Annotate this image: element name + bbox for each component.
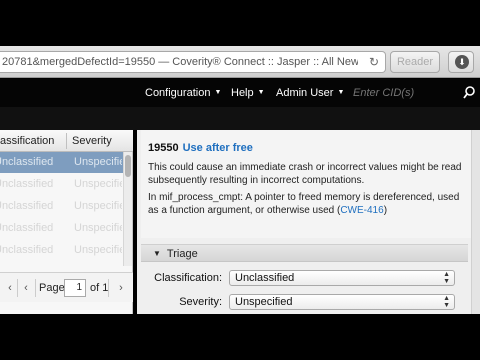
cwe-link[interactable]: CWE-416 [340,205,383,216]
location-text: In mif_process_cmpt: A pointer to freed … [148,192,460,216]
app-top-nav: Configuration ▼ Help ▼ Admin User ▼ [0,79,480,107]
url-bar[interactable]: 20781&mergedDefectId=19550 — Coverity® C… [0,51,386,73]
defects-list-panel: assification Severity Unclassified Unspe… [0,130,133,314]
table-pager: ‹ ‹ Page 1 of 1 › [0,272,133,302]
select-arrows-icon: ▲ ▼ [443,295,450,309]
cid-search-input[interactable] [345,84,450,102]
caret-down-icon: ▼ [337,89,345,96]
defect-title: 19550 Use after free [148,142,253,154]
severity-select[interactable]: Unspecified ▲ ▼ [229,294,455,310]
defect-summary: 19550 Use after free This could cause an … [141,130,471,238]
nav-item-label: Configuration [145,87,211,99]
cell-severity: Unspecified [74,200,122,212]
pager-divider [35,279,36,297]
pager-divider [108,279,109,297]
cell-classification: Unclassified [0,222,54,234]
defect-location-text: In mif_process_cmpt: A pointer to freed … [148,191,470,217]
defect-description: This could cause an immediate crash or i… [148,162,462,186]
defect-cid: 19550 [148,142,179,154]
prev-page-icon[interactable]: ‹ [18,278,34,298]
nav-item-label: Help [231,87,254,99]
nav-help-menu[interactable]: Help ▼ [231,79,265,107]
reader-button[interactable]: Reader [390,51,440,73]
column-header-severity[interactable]: Severity [72,130,126,152]
scrollbar-thumb[interactable] [125,155,131,177]
triage-section-header[interactable]: ▼ Triage [141,244,468,262]
video-letterbox-bottom [0,314,480,360]
page-count-label: of 1 [90,282,109,294]
browser-toolbar: 20781&mergedDefectId=19550 — Coverity® C… [0,46,480,78]
cell-classification: Unclassified [0,156,54,168]
page-label: Page [39,282,65,294]
table-row[interactable]: Unclassified Unspecified [0,174,123,195]
classification-value: Unclassified [235,272,295,284]
details-scrollbar[interactable] [471,130,480,314]
table-row[interactable]: Unclassified Unspecified [0,152,123,173]
severity-label: Severity: [179,296,222,308]
classification-label: Classification: [154,272,222,284]
nav-user-menu[interactable]: Admin User ▼ [276,79,344,107]
url-text: 20781&mergedDefectId=19550 — Coverity® C… [2,56,358,68]
nav-item-label: Admin User [276,87,334,99]
subnav-bar [0,107,480,130]
cell-severity: Unspecified [74,178,122,190]
table-row[interactable]: Unclassified Unspecified [0,240,123,261]
cell-classification: Unclassified [0,244,54,256]
table-header: assification Severity [0,130,133,152]
table-body: Unclassified Unspecified Unclassified Un… [0,152,133,266]
classification-select[interactable]: Unclassified ▲ ▼ [229,270,455,286]
nav-configuration-menu[interactable]: Configuration ▼ [145,79,221,107]
video-letterbox-top [0,0,480,46]
table-scrollbar[interactable] [123,152,132,266]
cell-severity: Unspecified [74,156,122,168]
cell-classification: Unclassified [0,200,54,212]
triage-title: Triage [166,248,198,260]
defect-details-panel: 19550 Use after free This could cause an … [137,130,480,314]
next-page-icon[interactable]: › [113,278,129,298]
table-row[interactable]: Unclassified Unspecified [0,196,123,217]
last-page-prev-icon[interactable]: ‹ [2,278,18,298]
download-icon: ⬇ [455,55,469,69]
search-icon[interactable] [462,84,476,102]
page-number-input[interactable]: 1 [64,279,86,297]
download-button[interactable]: ⬇ [448,51,474,73]
select-arrows-icon: ▲ ▼ [443,271,450,285]
table-row[interactable]: Unclassified Unspecified [0,218,123,239]
caret-down-icon: ▼ [257,89,265,96]
caret-down-icon: ▼ [214,89,222,96]
cell-severity: Unspecified [74,222,122,234]
severity-value: Unspecified [235,296,293,308]
checker-link[interactable]: Use after free [183,142,253,154]
column-divider[interactable] [66,133,67,149]
location-close: ) [383,205,388,216]
reload-icon[interactable]: ↻ [369,52,379,72]
collapse-triangle-icon: ▼ [153,249,161,258]
cell-severity: Unspecified [74,244,122,256]
cell-classification: Unclassified [0,178,54,190]
column-header-classification[interactable]: assification [0,130,64,152]
